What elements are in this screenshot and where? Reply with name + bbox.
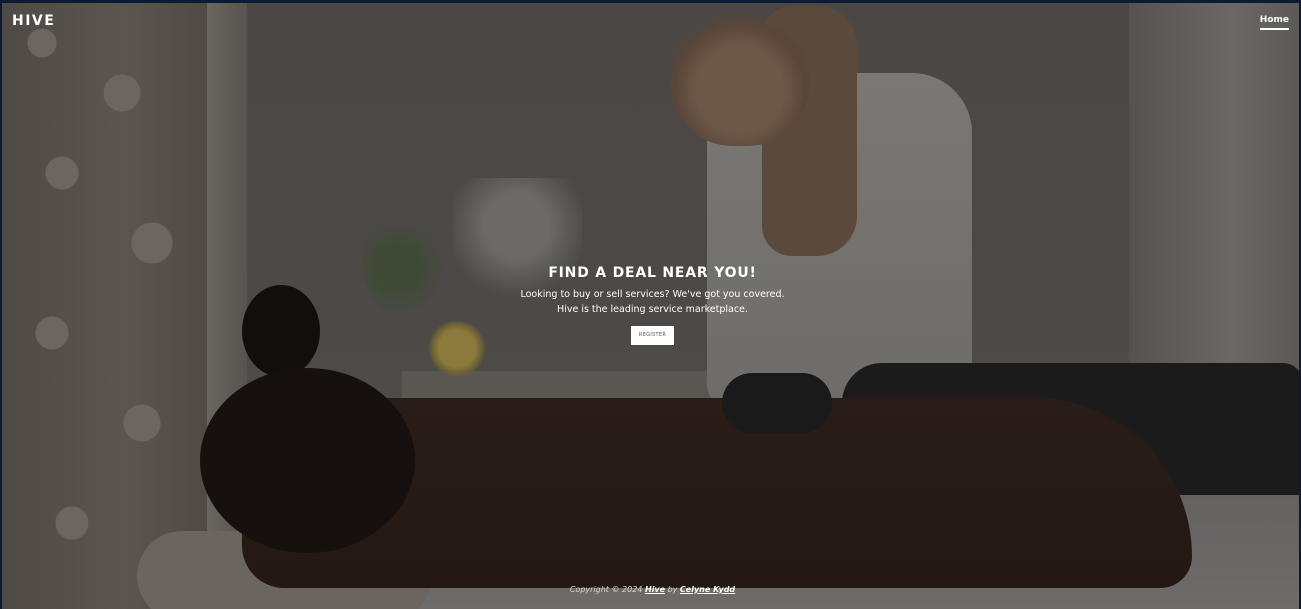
top-navbar: HIVE Home	[4, 6, 1297, 42]
bg-client-head	[200, 368, 415, 553]
footer: Copyright © 2024 Hive by Celyne Kydd	[2, 585, 1299, 594]
hero-title: FIND A DEAL NEAR YOU!	[548, 265, 757, 281]
footer-author-link[interactable]: Celyne Kydd	[680, 585, 735, 594]
register-button[interactable]: REGISTER	[631, 326, 674, 345]
page-frame: HIVE Home FIND A DEAL NEAR YOU! Looking …	[0, 0, 1301, 609]
copyright-text: Copyright © 2024	[569, 585, 643, 594]
hero-subtitle-line-1: Looking to buy or sell services? We've g…	[520, 289, 785, 300]
hero-subtitle-line-2: Hive is the leading service marketplace.	[557, 304, 748, 315]
nav-link-home[interactable]: Home	[1259, 15, 1289, 30]
footer-by-text: by	[667, 585, 678, 594]
bg-therapist-arm	[722, 373, 832, 433]
brand-logo[interactable]: HIVE	[12, 13, 55, 29]
footer-site-link[interactable]: Hive	[645, 585, 665, 594]
hero-content: FIND A DEAL NEAR YOU! Looking to buy or …	[2, 265, 1299, 345]
